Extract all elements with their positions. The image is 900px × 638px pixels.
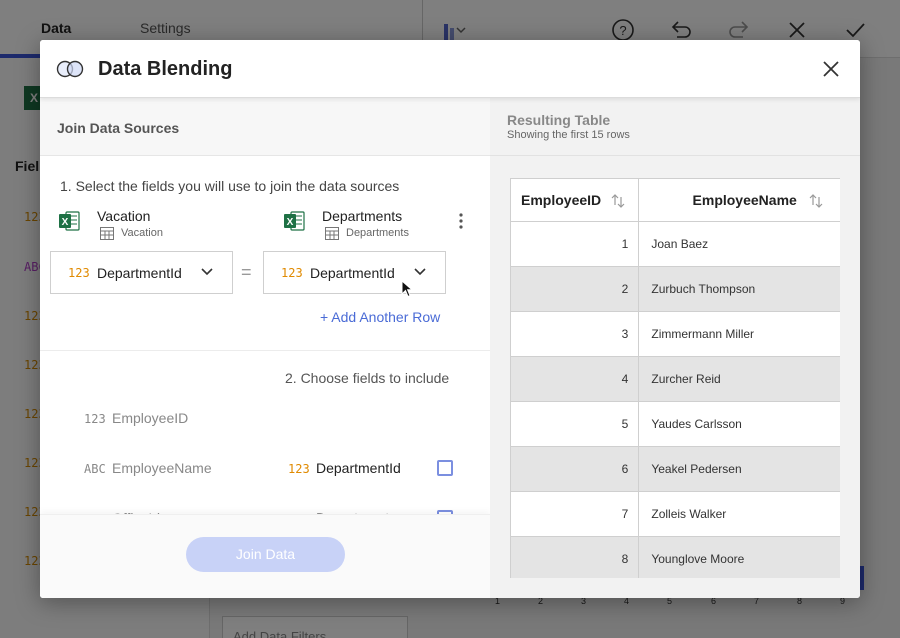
employee-name-cell: Zurbuch Thompson <box>638 266 840 312</box>
sort-icon[interactable] <box>611 193 625 209</box>
add-another-row-link[interactable]: + Add Another Row <box>320 309 440 325</box>
join-section-header: Join Data Sources <box>40 98 490 156</box>
table-row: 5 Yaudes Carlsson <box>511 401 840 447</box>
employee-name-cell: Zimmermann Miller <box>638 311 840 357</box>
resulting-table-pane: Resulting Table Showing the first 15 row… <box>490 98 860 598</box>
more-options-icon[interactable] <box>454 211 468 231</box>
table-row: 2 Zurbuch Thompson <box>511 266 840 312</box>
text-type-icon: ABC <box>84 462 106 476</box>
employee-id-cell: 8 <box>511 536 640 578</box>
join-field-label: DepartmentId <box>97 265 182 281</box>
table-header-row: EmployeeID EmployeeName <box>511 178 840 222</box>
step-2-instruction: 2. Choose fields to include <box>285 370 450 386</box>
dialog-title: Data Blending <box>98 58 233 80</box>
close-icon[interactable] <box>820 58 842 80</box>
sort-icon[interactable] <box>809 193 823 209</box>
dialog-footer: Join Data <box>40 514 490 598</box>
resulting-table[interactable]: EmployeeID EmployeeName 1 Joan Baez 2 Zurb… <box>510 178 840 578</box>
employee-id-cell: 3 <box>511 311 640 357</box>
join-data-sources-pane: Join Data Sources 1. Select the fields y… <box>40 98 490 598</box>
number-type-icon: 123 <box>68 266 90 280</box>
source-name: Vacation <box>97 208 151 224</box>
employee-id-cell: 7 <box>511 491 640 537</box>
join-field-select-left[interactable]: 123 DepartmentId <box>50 251 233 294</box>
employee-id-cell: 2 <box>511 266 640 312</box>
excel-icon: X <box>284 211 305 231</box>
employee-id-cell: 1 <box>511 221 640 267</box>
field-label: DepartmentId <box>316 460 401 476</box>
left-field-employeeid: 123 EmployeeID <box>84 410 188 426</box>
number-type-icon: 123 <box>281 266 303 280</box>
number-type-icon: 123 <box>84 412 106 426</box>
table-row: 4 Zurcher Reid <box>511 356 840 402</box>
number-type-icon: 123 <box>288 462 310 476</box>
table-row: 7 Zolleis Walker <box>511 491 840 537</box>
column-header-label: EmployeeID <box>521 192 602 208</box>
resulting-table-header: Resulting Table Showing the first 15 row… <box>490 98 860 156</box>
table-row: 8 Younglove Moore <box>511 536 840 578</box>
employee-id-cell: 6 <box>511 446 640 492</box>
column-header-label: EmployeeName <box>692 192 797 208</box>
join-data-button[interactable]: Join Data <box>186 537 345 572</box>
table-row: 6 Yeakel Pedersen <box>511 446 840 492</box>
table-row: 1 Joan Baez <box>511 221 840 267</box>
data-blending-dialog: Data Blending Join Data Sources 1. Selec… <box>40 40 860 598</box>
field-label: EmployeeName <box>112 460 212 476</box>
employee-name-cell: Zurcher Reid <box>638 356 840 402</box>
step-1-instruction: 1. Select the fields you will use to joi… <box>60 178 400 194</box>
source-name: Departments <box>322 208 403 224</box>
table-icon <box>325 227 339 240</box>
table-icon <box>100 227 114 240</box>
dialog-header: Data Blending <box>40 40 860 98</box>
svg-text:X: X <box>62 217 69 228</box>
data-blending-icon <box>56 60 84 78</box>
column-header-employeename[interactable]: EmployeeName <box>638 178 840 222</box>
join-section-title: Join Data Sources <box>57 120 180 136</box>
equals-sign: = <box>241 262 252 282</box>
chevron-down-icon <box>414 268 426 276</box>
employee-id-cell: 4 <box>511 356 640 402</box>
employee-name-cell: Younglove Moore <box>638 536 840 578</box>
resulting-table-title: Resulting Table <box>507 112 611 128</box>
chevron-down-icon <box>201 268 213 276</box>
column-header-employeeid[interactable]: EmployeeID <box>511 178 640 222</box>
data-grid: EmployeeID EmployeeName 1 Joan Baez 2 Zurb… <box>511 178 840 578</box>
mouse-pointer-icon <box>401 280 413 298</box>
right-field-departmentid: 123 DepartmentId <box>288 460 401 476</box>
employee-id-cell: 5 <box>511 401 640 447</box>
table-row: 3 Zimmermann Miller <box>511 311 840 357</box>
employee-name-cell: Yaudes Carlsson <box>638 401 840 447</box>
source-table-name: Vacation <box>121 227 163 239</box>
join-field-select-right[interactable]: 123 DepartmentId <box>263 251 446 294</box>
source-table-name: Departments <box>346 227 409 239</box>
join-field-label: DepartmentId <box>310 265 395 281</box>
section-divider <box>40 350 490 351</box>
employee-name-cell: Yeakel Pedersen <box>638 446 840 492</box>
employee-name-cell: Joan Baez <box>638 221 840 267</box>
employee-name-cell: Zolleis Walker <box>638 491 840 537</box>
left-field-employeename: ABC EmployeeName <box>84 460 212 476</box>
resulting-table-subtitle: Showing the first 15 rows <box>507 129 630 141</box>
field-label: EmployeeID <box>112 410 189 426</box>
excel-icon: X <box>59 211 80 231</box>
svg-text:X: X <box>287 217 294 228</box>
include-departmentid-checkbox[interactable] <box>437 460 453 476</box>
